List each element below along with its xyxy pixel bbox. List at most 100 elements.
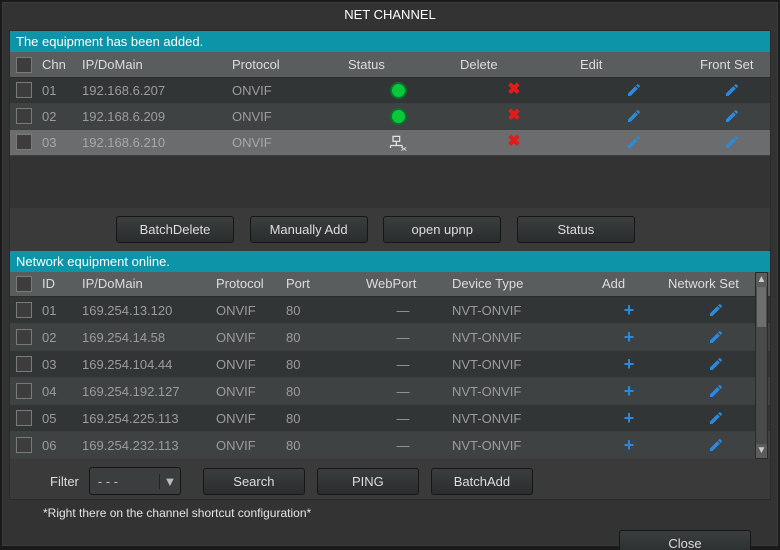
col-edit: Edit — [574, 52, 694, 77]
cell-id: 04 — [36, 378, 76, 405]
online-select-all-checkbox[interactable] — [16, 276, 32, 292]
cell-webport: — — [360, 432, 446, 459]
table-row[interactable]: 05169.254.225.113ONVIF80—NVT-ONVIF+ — [10, 405, 770, 432]
delete-icon[interactable]: ✖ — [507, 108, 520, 124]
network-set-icon[interactable] — [708, 437, 724, 454]
online-equipment-section: Network equipment online. ID IP/DoMain — [10, 251, 770, 500]
front-set-icon[interactable] — [724, 82, 740, 99]
table-row[interactable]: 03192.168.6.210ONVIF ✖ — [10, 129, 770, 155]
row-checkbox[interactable] — [16, 134, 32, 150]
batch-add-button[interactable]: BatchAdd — [431, 468, 533, 495]
cell-ip: 169.254.232.113 — [76, 432, 210, 459]
col-device: Device Type — [446, 272, 596, 297]
row-checkbox[interactable] — [16, 108, 32, 124]
row-checkbox[interactable] — [16, 329, 32, 345]
manually-add-button[interactable]: Manually Add — [250, 216, 368, 243]
scroll-down-icon[interactable]: ▼ — [756, 444, 767, 458]
batch-delete-button[interactable]: BatchDelete — [116, 216, 234, 243]
added-select-all-checkbox[interactable] — [16, 57, 32, 73]
cell-port: 80 — [280, 432, 360, 459]
cell-chn: 01 — [36, 77, 76, 103]
row-checkbox[interactable] — [16, 82, 32, 98]
col-netset: Network Set — [662, 272, 770, 297]
table-row[interactable]: 04169.254.192.127ONVIF80—NVT-ONVIF+ — [10, 378, 770, 405]
cell-port: 80 — [280, 297, 360, 324]
cell-ip: 169.254.13.120 — [76, 297, 210, 324]
add-icon[interactable]: + — [624, 409, 635, 427]
status-online-icon — [390, 82, 407, 99]
cell-protocol: ONVIF — [226, 103, 342, 129]
cell-protocol: ONVIF — [210, 351, 280, 378]
row-checkbox[interactable] — [16, 356, 32, 372]
cell-port: 80 — [280, 324, 360, 351]
cell-device: NVT-ONVIF — [446, 297, 596, 324]
cell-ip: 192.168.6.210 — [76, 129, 226, 155]
edit-icon[interactable] — [626, 108, 642, 125]
table-row[interactable]: 01169.254.13.120ONVIF80—NVT-ONVIF+ — [10, 297, 770, 324]
cell-protocol: ONVIF — [226, 77, 342, 103]
content-pane: The equipment has been added. Chn IP/DoM… — [9, 30, 771, 500]
table-row[interactable]: 02192.168.6.209ONVIF✖ — [10, 103, 770, 129]
filter-value: - - - — [90, 474, 159, 489]
cell-ip: 169.254.14.58 — [76, 324, 210, 351]
table-row[interactable]: 01192.168.6.207ONVIF ✖ — [10, 77, 770, 103]
table-row[interactable]: 03169.254.104.44ONVIF80—NVT-ONVIF+ — [10, 351, 770, 378]
col-add: Add — [596, 272, 662, 297]
edit-icon[interactable] — [626, 82, 642, 99]
status-online-icon — [390, 108, 407, 125]
col-status: Status — [342, 52, 454, 77]
cell-protocol: ONVIF — [226, 129, 342, 155]
network-set-icon[interactable] — [708, 302, 724, 319]
row-checkbox[interactable] — [16, 302, 32, 318]
scroll-thumb[interactable] — [757, 287, 766, 327]
network-set-icon[interactable] — [708, 329, 724, 346]
add-icon[interactable]: + — [624, 355, 635, 373]
cell-protocol: ONVIF — [210, 432, 280, 459]
edit-icon[interactable] — [626, 134, 642, 151]
added-equipment-banner: The equipment has been added. — [10, 31, 770, 52]
table-row[interactable]: 02169.254.14.58ONVIF80—NVT-ONVIF+ — [10, 324, 770, 351]
cell-ip: 169.254.104.44 — [76, 351, 210, 378]
net-channel-window: NET CHANNEL The equipment has been added… — [2, 2, 778, 546]
col-front: Front Set — [694, 52, 770, 77]
status-button[interactable]: Status — [517, 216, 635, 243]
row-checkbox[interactable] — [16, 437, 32, 453]
delete-icon[interactable]: ✖ — [507, 134, 520, 150]
cell-chn: 03 — [36, 129, 76, 155]
status-offline-icon — [388, 134, 408, 151]
front-set-icon[interactable] — [724, 134, 740, 151]
open-upnp-button[interactable]: open upnp — [383, 216, 501, 243]
col-ip2: IP/DoMain — [76, 272, 210, 297]
close-button[interactable]: Close — [619, 530, 751, 550]
add-icon[interactable]: + — [624, 301, 635, 319]
add-icon[interactable]: + — [624, 436, 635, 454]
cell-device: NVT-ONVIF — [446, 405, 596, 432]
front-set-icon[interactable] — [724, 108, 740, 125]
cell-id: 01 — [36, 297, 76, 324]
ping-button[interactable]: PING — [317, 468, 419, 495]
cell-port: 80 — [280, 405, 360, 432]
online-equipment-table: ID IP/DoMain Protocol Port WebPort Devic… — [10, 272, 770, 460]
cell-webport: — — [360, 378, 446, 405]
search-button[interactable]: Search — [203, 468, 305, 495]
online-scrollbar[interactable]: ▲ ▼ — [755, 272, 768, 460]
scroll-up-icon[interactable]: ▲ — [756, 273, 767, 287]
add-icon[interactable]: + — [624, 382, 635, 400]
network-set-icon[interactable] — [708, 383, 724, 400]
col-port: Port — [280, 272, 360, 297]
cell-ip: 192.168.6.207 — [76, 77, 226, 103]
row-checkbox[interactable] — [16, 383, 32, 399]
cell-ip: 169.254.225.113 — [76, 405, 210, 432]
col-webport: WebPort — [360, 272, 446, 297]
filter-select[interactable]: - - - ▼ — [89, 467, 181, 495]
table-row[interactable]: 06169.254.232.113ONVIF80—NVT-ONVIF+ — [10, 432, 770, 459]
cell-protocol: ONVIF — [210, 405, 280, 432]
col-ip: IP/DoMain — [76, 52, 226, 77]
cell-chn: 02 — [36, 103, 76, 129]
network-set-icon[interactable] — [708, 410, 724, 427]
row-checkbox[interactable] — [16, 410, 32, 426]
network-set-icon[interactable] — [708, 356, 724, 373]
cell-id: 02 — [36, 324, 76, 351]
add-icon[interactable]: + — [624, 328, 635, 346]
delete-icon[interactable]: ✖ — [507, 82, 520, 98]
